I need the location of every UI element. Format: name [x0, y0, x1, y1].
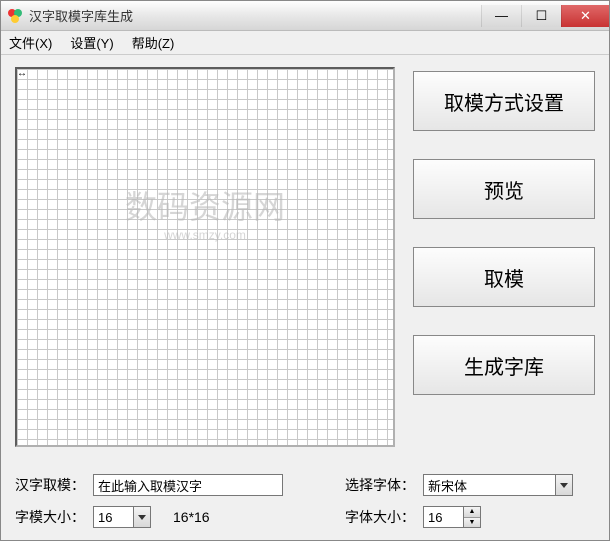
font-size-value: 16 — [428, 510, 442, 525]
chevron-down-icon — [133, 507, 150, 527]
spinner-buttons[interactable]: ▲ ▼ — [463, 507, 480, 527]
hanzi-input[interactable] — [93, 474, 283, 496]
font-select-label: 选择字体： — [345, 475, 415, 495]
preview-button[interactable]: 预览 — [413, 159, 595, 219]
mode-settings-button[interactable]: 取模方式设置 — [413, 71, 595, 131]
minimize-button[interactable]: — — [481, 5, 521, 27]
pixel-grid[interactable]: ↔ 数码资源网 www.smzy.com — [15, 67, 395, 447]
side-button-panel: 取模方式设置 预览 取模 生成字库 — [413, 67, 595, 464]
menu-file[interactable]: 文件(X) — [9, 33, 52, 52]
window-controls: — ☐ ✕ — [481, 5, 609, 27]
glyph-size-display: 16*16 — [173, 509, 210, 525]
font-select-value: 新宋体 — [428, 476, 467, 495]
bottom-panel: 汉字取模： 选择字体： 新宋体 字模大小： 16 16*16 — [1, 464, 609, 540]
maximize-button[interactable]: ☐ — [521, 5, 561, 27]
row-2: 字模大小： 16 16*16 字体大小： 16 ▲ ▼ — [15, 506, 595, 528]
watermark: 数码资源网 www.smzy.com — [125, 182, 285, 242]
font-size-label: 字体大小： — [345, 507, 415, 527]
hanzi-input-label: 汉字取模： — [15, 475, 85, 495]
spin-down-icon[interactable]: ▼ — [464, 518, 480, 528]
glyph-size-combo[interactable]: 16 — [93, 506, 151, 528]
app-icon — [7, 8, 23, 24]
font-select-combo[interactable]: 新宋体 — [423, 474, 573, 496]
row-1: 汉字取模： 选择字体： 新宋体 — [15, 474, 595, 496]
title-bar: 汉字取模字库生成 — ☐ ✕ — [1, 1, 609, 31]
menu-settings[interactable]: 设置(Y) — [70, 33, 113, 52]
watermark-text: 数码资源网 — [125, 189, 285, 225]
font-size-spinner[interactable]: 16 ▲ ▼ — [423, 506, 481, 528]
generate-library-button[interactable]: 生成字库 — [413, 335, 595, 395]
content-area: ↔ 数码资源网 www.smzy.com 取模方式设置 预览 取模 生成字库 — [1, 55, 609, 464]
glyph-size-label: 字模大小： — [15, 507, 85, 527]
menu-help[interactable]: 帮助(Z) — [132, 33, 175, 52]
menu-bar: 文件(X) 设置(Y) 帮助(Z) — [1, 31, 609, 55]
chevron-down-icon — [555, 475, 572, 495]
close-button[interactable]: ✕ — [561, 5, 609, 27]
glyph-size-value: 16 — [98, 510, 112, 525]
cursor-marker: ↔ — [17, 69, 27, 79]
app-window: 汉字取模字库生成 — ☐ ✕ 文件(X) 设置(Y) 帮助(Z) ↔ 数码资源网… — [0, 0, 610, 541]
extract-button[interactable]: 取模 — [413, 247, 595, 307]
title-text: 汉字取模字库生成 — [29, 6, 481, 25]
watermark-url: www.smzy.com — [125, 228, 285, 242]
spin-up-icon[interactable]: ▲ — [464, 507, 480, 518]
